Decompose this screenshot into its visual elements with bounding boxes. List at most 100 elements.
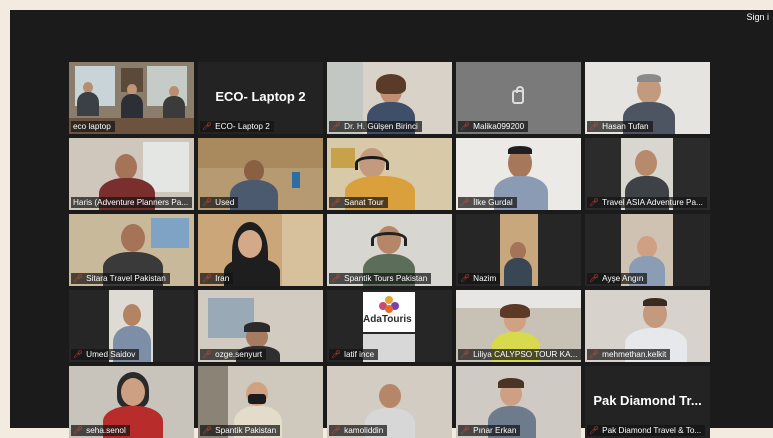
participant-tile[interactable]: 🎤︎ Spantik Pakistan xyxy=(198,366,323,438)
participant-tile[interactable]: 🎤︎ Pınar Erkan xyxy=(456,366,581,438)
participant-name-tag: 🎤︎ Sitara Travel Pakistan xyxy=(71,273,170,284)
participant-name-tag: 🎤︎ İlke Gurdal xyxy=(458,197,517,208)
participant-tile[interactable]: Pak Diamond Tr... 🎤︎ Pak Diamond Travel … xyxy=(585,366,710,438)
participant-tile-active-speaker[interactable]: Haris (Adventure Planners Pa... xyxy=(69,138,194,210)
participant-tile[interactable]: 🎤︎ Liliya CALYPSO TOUR KA... xyxy=(456,290,581,362)
participant-tile[interactable]: ECO- Laptop 2 🎤︎ ECO- Laptop 2 xyxy=(198,62,323,134)
participant-name: İlke Gurdal xyxy=(473,198,513,207)
participant-name: Umed Saidov xyxy=(86,350,136,359)
participant-tile[interactable]: 🎤︎ Spantik Tours Pakistan xyxy=(327,214,452,286)
participant-name-tag: 🎤︎ Hasan Tufan xyxy=(587,121,653,132)
meeting-window: Sign i eco laptop ECO- Laptop 2 🎤︎ ECO- … xyxy=(10,10,773,438)
participant-name: Haris (Adventure Planners Pa... xyxy=(73,198,189,207)
participant-tile[interactable]: 🎤︎ Umed Saidov xyxy=(69,290,194,362)
participant-tile[interactable]: AdaTouris 🎤︎ latif ince xyxy=(327,290,452,362)
muted-mic-icon: 🎤︎ xyxy=(202,426,213,435)
participant-tile[interactable]: 🎤︎ Ayşe Angın xyxy=(585,214,710,286)
sign-in-link[interactable]: Sign i xyxy=(746,12,769,22)
participant-name: Used xyxy=(215,198,235,207)
participant-name-tag: 🎤︎ seha.senol xyxy=(71,425,130,436)
participant-name: Hasan Tufan xyxy=(602,122,649,131)
participant-tile[interactable]: 🎤︎ Sitara Travel Pakistan xyxy=(69,214,194,286)
participant-name-tag: 🎤︎ Spantik Pakistan xyxy=(200,425,281,436)
participant-name: Sitara Travel Pakistan xyxy=(86,274,166,283)
participant-display-name: Pak Diamond Tr... xyxy=(593,393,702,408)
participant-name: Travel ASIA Adventure Pa... xyxy=(602,198,703,207)
participant-name: Sanat Tour xyxy=(344,198,384,207)
participant-name-tag: 🎤︎ Ayşe Angın xyxy=(587,273,648,284)
muted-mic-icon: 🎤︎ xyxy=(460,122,471,131)
participant-name-tag: 🎤︎ Dr. H. Gülşen Birinci xyxy=(329,121,422,132)
flower-logo-icon xyxy=(379,296,399,313)
participant-display-name: ECO- Laptop 2 xyxy=(215,89,306,104)
participant-tile[interactable]: 🎤︎ kamoliddin xyxy=(327,366,452,438)
participant-name: ozge.senyurt xyxy=(215,350,263,359)
participant-name: Liliya CALYPSO TOUR KA... xyxy=(473,350,578,359)
muted-mic-icon: 🎤︎ xyxy=(202,350,213,359)
muted-mic-icon: 🎤︎ xyxy=(589,274,600,283)
participant-tile[interactable]: 🎤︎ Nazim xyxy=(456,214,581,286)
participant-tile[interactable]: 🎤︎ İlke Gurdal xyxy=(456,138,581,210)
participant-tile[interactable]: 🎤︎ mehmethan.kelkit xyxy=(585,290,710,362)
participant-name-tag: 🎤︎ Liliya CALYPSO TOUR KA... xyxy=(458,349,581,360)
muted-mic-icon: 🎤︎ xyxy=(73,426,84,435)
muted-mic-icon: 🎤︎ xyxy=(202,198,213,207)
participant-tile[interactable]: 🎤︎ Iran xyxy=(198,214,323,286)
participant-name-tag: 🎤︎ Used xyxy=(200,197,239,208)
muted-mic-icon: 🎤︎ xyxy=(589,198,600,207)
participant-name: Spantik Pakistan xyxy=(215,426,277,435)
participant-name: Dr. H. Gülşen Birinci xyxy=(344,122,418,131)
participant-tile[interactable]: 🎤︎ Sanat Tour xyxy=(327,138,452,210)
participant-name-tag: 🎤︎ Pak Diamond Travel & To... xyxy=(587,425,706,436)
muted-mic-icon: 🎤︎ xyxy=(589,426,600,435)
muted-mic-icon: 🎤︎ xyxy=(202,122,213,131)
muted-mic-icon: 🎤︎ xyxy=(460,274,471,283)
muted-mic-icon: 🎤︎ xyxy=(331,426,342,435)
no-video-icon xyxy=(512,86,524,104)
participant-tile[interactable]: 🎤︎ ozge.senyurt xyxy=(198,290,323,362)
participant-tile[interactable]: 🎤︎ Malika099200 xyxy=(456,62,581,134)
participant-name: seha.senol xyxy=(86,426,126,435)
participant-tile[interactable]: 🎤︎ seha.senol xyxy=(69,366,194,438)
participant-name: kamoliddin xyxy=(344,426,384,435)
participant-name: Spantik Tours Pakistan xyxy=(344,274,428,283)
participant-name: Malika099200 xyxy=(473,122,525,131)
participant-name-tag: 🎤︎ Malika099200 xyxy=(458,121,529,132)
participant-name-tag: Haris (Adventure Planners Pa... xyxy=(71,197,193,208)
participant-tile[interactable]: 🎤︎ Hasan Tufan xyxy=(585,62,710,134)
muted-mic-icon: 🎤︎ xyxy=(460,426,471,435)
participant-tile[interactable]: eco laptop xyxy=(69,62,194,134)
participant-name: eco laptop xyxy=(73,122,111,131)
muted-mic-icon: 🎤︎ xyxy=(460,198,471,207)
muted-mic-icon: 🎤︎ xyxy=(331,198,342,207)
participant-name-tag: 🎤︎ Umed Saidov xyxy=(71,349,140,360)
participant-name-tag: 🎤︎ Nazim xyxy=(458,273,501,284)
participant-tile[interactable]: 🎤︎ Dr. H. Gülşen Birinci xyxy=(327,62,452,134)
participant-name: mehmethan.kelkit xyxy=(602,350,667,359)
muted-mic-icon: 🎤︎ xyxy=(460,350,471,359)
muted-mic-icon: 🎤︎ xyxy=(331,350,342,359)
participant-name-tag: 🎤︎ ECO- Laptop 2 xyxy=(200,121,274,132)
participant-name-tag: 🎤︎ Iran xyxy=(200,273,234,284)
muted-mic-icon: 🎤︎ xyxy=(589,122,600,131)
participant-tile[interactable]: 🎤︎ Travel ASIA Adventure Pa... xyxy=(585,138,710,210)
muted-mic-icon: 🎤︎ xyxy=(331,122,342,131)
participant-name-tag: 🎤︎ mehmethan.kelkit xyxy=(587,349,671,360)
participant-name: Pak Diamond Travel & To... xyxy=(602,426,702,435)
participant-name: Pınar Erkan xyxy=(473,426,517,435)
participant-name-tag: 🎤︎ Spantik Tours Pakistan xyxy=(329,273,432,284)
participant-tile[interactable]: 🎤︎ Used xyxy=(198,138,323,210)
participant-name-tag: 🎤︎ kamoliddin xyxy=(329,425,388,436)
participant-name: Iran xyxy=(215,274,230,283)
participant-name-tag: 🎤︎ ozge.senyurt xyxy=(200,349,267,360)
participant-name: Ayşe Angın xyxy=(602,274,644,283)
muted-mic-icon: 🎤︎ xyxy=(73,274,84,283)
muted-mic-icon: 🎤︎ xyxy=(73,350,84,359)
participant-name-tag: 🎤︎ Travel ASIA Adventure Pa... xyxy=(587,197,707,208)
participant-name: ECO- Laptop 2 xyxy=(215,122,270,131)
participant-grid: eco laptop ECO- Laptop 2 🎤︎ ECO- Laptop … xyxy=(69,62,710,438)
participant-name-tag: 🎤︎ Pınar Erkan xyxy=(458,425,521,436)
participant-name-tag: 🎤︎ latif ince xyxy=(329,349,379,360)
muted-mic-icon: 🎤︎ xyxy=(202,274,213,283)
participant-name-tag: 🎤︎ Sanat Tour xyxy=(329,197,388,208)
